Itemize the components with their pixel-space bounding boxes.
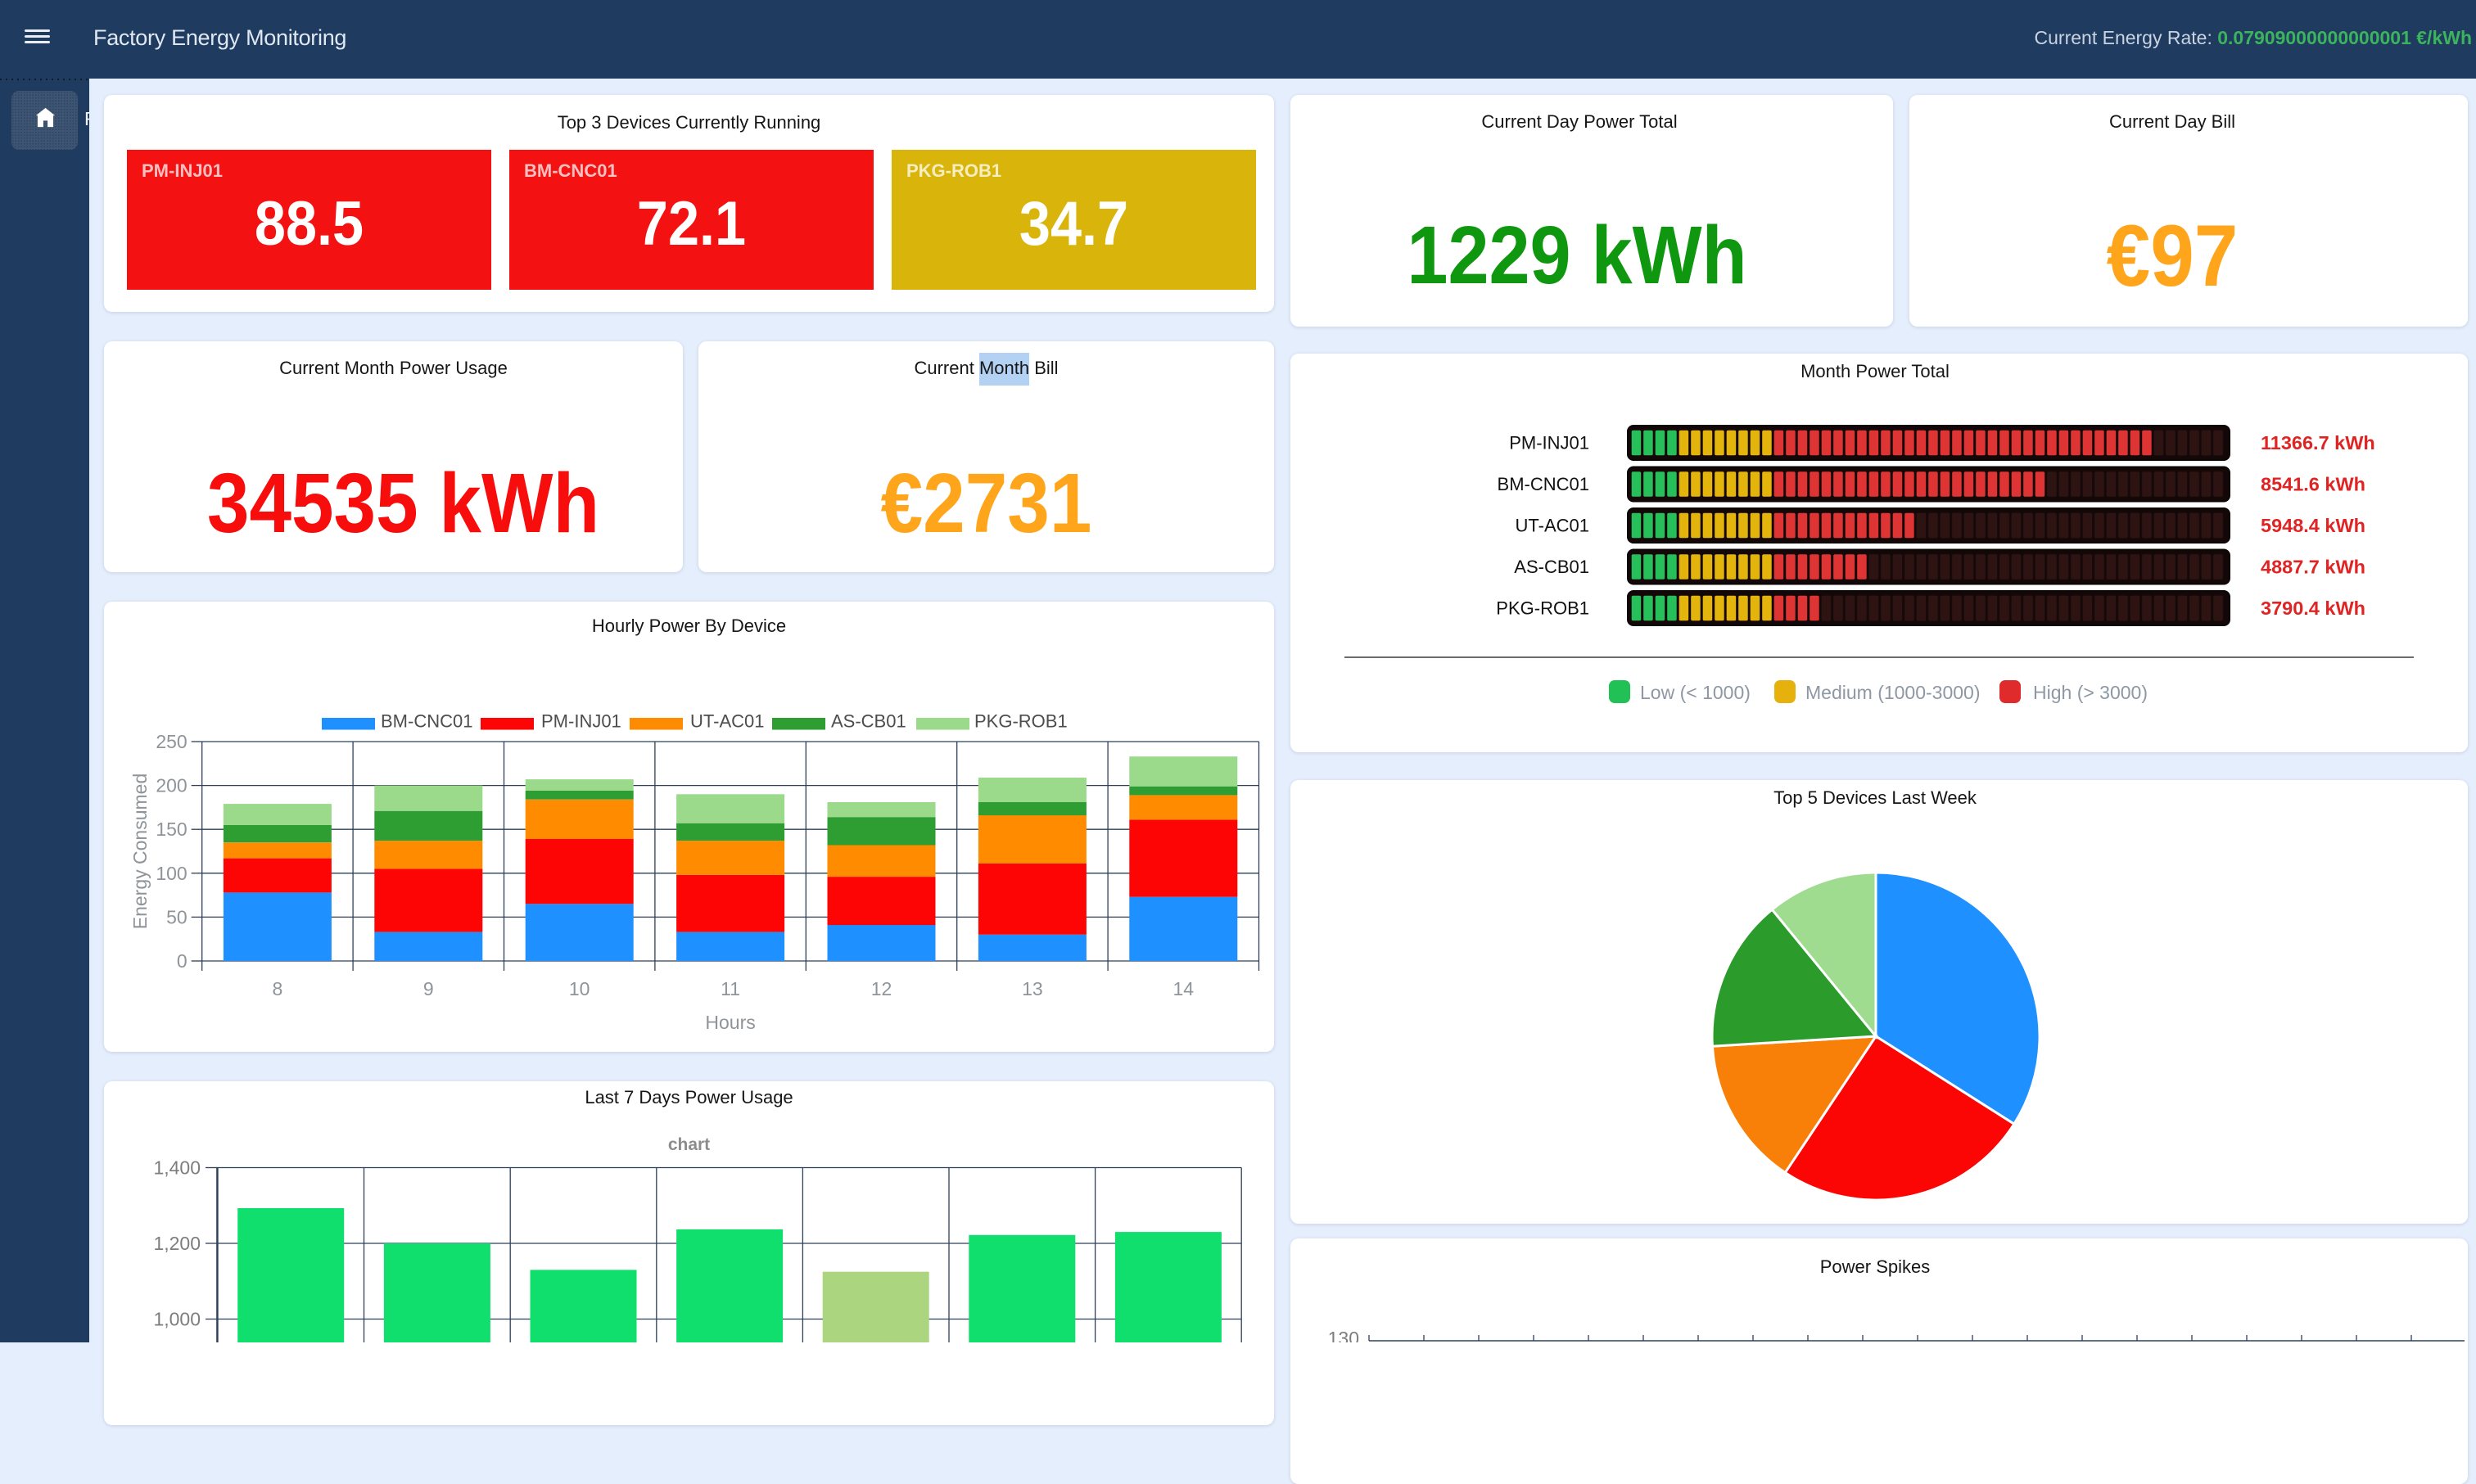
svg-text:UT-AC01: UT-AC01: [1516, 516, 1589, 536]
svg-text:200: 200: [156, 775, 187, 796]
svg-text:1,200: 1,200: [153, 1233, 201, 1254]
svg-text:14: 14: [1173, 978, 1195, 999]
svg-text:UT-AC01: UT-AC01: [690, 711, 764, 732]
svg-text:1,400: 1,400: [153, 1157, 201, 1179]
svg-text:250: 250: [156, 731, 187, 752]
svg-text:3790.4 kWh: 3790.4 kWh: [2261, 598, 2365, 619]
svg-text:High (> 3000): High (> 3000): [2033, 682, 2148, 703]
svg-text:Medium (1000-3000): Medium (1000-3000): [1805, 682, 1981, 703]
svg-text:10: 10: [569, 978, 590, 999]
svg-text:0: 0: [177, 950, 188, 972]
svg-text:1,000: 1,000: [153, 1309, 201, 1330]
svg-text:5948.4 kWh: 5948.4 kWh: [2261, 515, 2365, 536]
svg-text:130: 130: [1328, 1328, 1359, 1342]
svg-text:13: 13: [1022, 978, 1043, 999]
svg-text:PM-INJ01: PM-INJ01: [541, 711, 621, 732]
svg-text:BM-CNC01: BM-CNC01: [381, 711, 472, 732]
svg-text:AS-CB01: AS-CB01: [831, 711, 906, 732]
svg-text:PKG-ROB1: PKG-ROB1: [974, 711, 1068, 732]
svg-text:8: 8: [273, 978, 283, 999]
svg-text:12: 12: [871, 978, 892, 999]
svg-text:Low (< 1000): Low (< 1000): [1640, 682, 1751, 703]
svg-text:9: 9: [423, 978, 434, 999]
svg-text:Energy Consumed: Energy Consumed: [129, 774, 151, 930]
svg-text:4887.7 kWh: 4887.7 kWh: [2261, 557, 2365, 578]
svg-text:11366.7 kWh: 11366.7 kWh: [2261, 432, 2375, 453]
svg-text:BM-CNC01: BM-CNC01: [1498, 474, 1589, 494]
svg-text:150: 150: [156, 819, 187, 840]
svg-text:PKG-ROB1: PKG-ROB1: [1496, 598, 1589, 619]
svg-text:PM-INJ01: PM-INJ01: [1509, 433, 1589, 453]
svg-text:8541.6 kWh: 8541.6 kWh: [2261, 474, 2365, 495]
svg-text:11: 11: [721, 978, 740, 999]
svg-text:Hours: Hours: [705, 1012, 755, 1033]
svg-text:100: 100: [156, 863, 187, 884]
svg-text:AS-CB01: AS-CB01: [1514, 557, 1589, 577]
svg-text:50: 50: [166, 906, 188, 927]
